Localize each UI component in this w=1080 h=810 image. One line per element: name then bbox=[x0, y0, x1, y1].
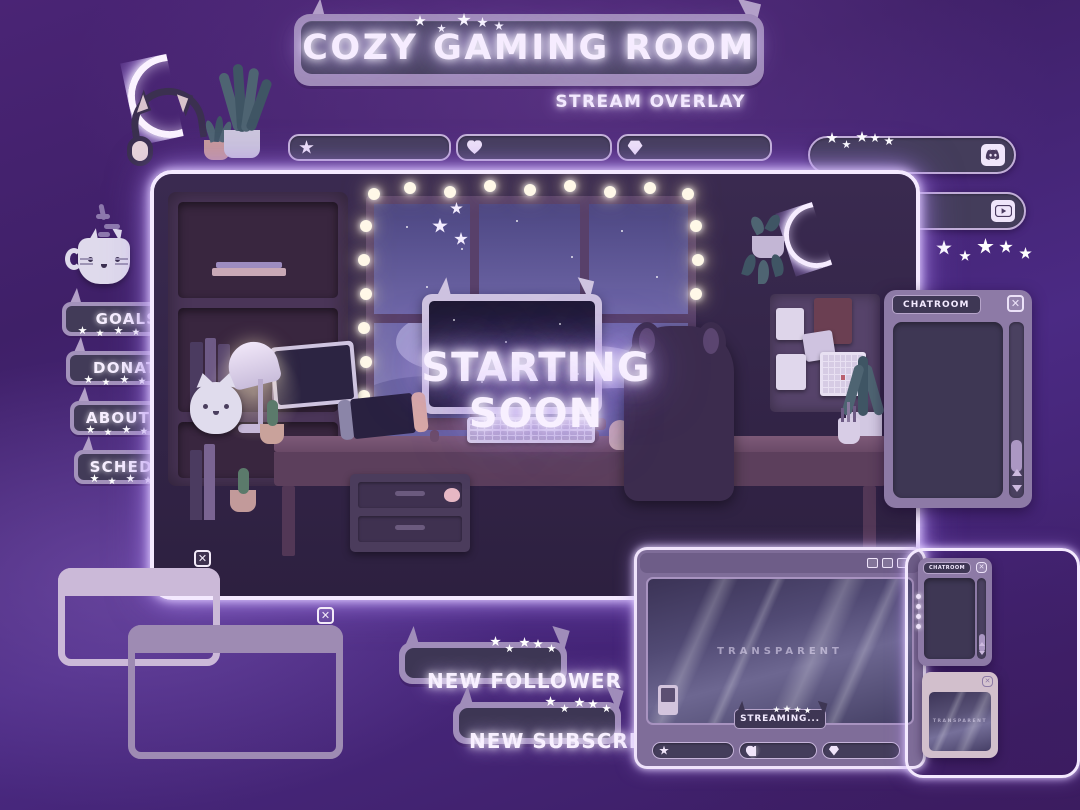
cam-statbar-segment-gem[interactable] bbox=[821, 742, 900, 759]
statbar-segment-star[interactable] bbox=[288, 134, 452, 161]
starting-soon-text: STARTING SOON bbox=[421, 345, 651, 437]
close-icon[interactable]: ✕ bbox=[194, 550, 211, 567]
close-icon[interactable]: ✕ bbox=[982, 676, 993, 687]
overlay-canvas: COZY GAMING ROOM STREAM OVERLAY GOALS DO… bbox=[0, 0, 1080, 810]
new-follower-alert: NEW FOLLOWER bbox=[396, 625, 621, 693]
sidebar-item-label: GOALS bbox=[95, 310, 159, 328]
cam-titlebar bbox=[640, 553, 920, 573]
cat-plush bbox=[190, 382, 242, 434]
mini-cam-preview[interactable]: TRANSPARENT bbox=[929, 692, 991, 751]
chatroom-scroll-thumb[interactable] bbox=[1011, 440, 1022, 472]
youtube-icon bbox=[991, 200, 1015, 222]
star-icon bbox=[299, 140, 314, 154]
discord-icon bbox=[981, 144, 1005, 166]
close-icon[interactable]: ✕ bbox=[1007, 295, 1024, 312]
star-icon bbox=[659, 745, 669, 755]
desk-leg bbox=[863, 486, 876, 556]
chatroom-scrollbar[interactable] bbox=[1009, 322, 1024, 498]
heart-icon bbox=[746, 746, 756, 756]
cam-watermark: TRANSPARENT bbox=[717, 645, 843, 657]
drawer-unit bbox=[350, 474, 470, 552]
streaming-cam-panel: TRANSPARENT STREAMING... bbox=[634, 547, 926, 769]
chevron-up-icon[interactable] bbox=[1011, 469, 1022, 476]
garland-star bbox=[842, 140, 851, 149]
page-subtitle: STREAM OVERLAY bbox=[555, 92, 746, 112]
garland-star bbox=[884, 136, 894, 146]
tag-star bbox=[804, 707, 811, 714]
close-icon[interactable]: ✕ bbox=[317, 607, 334, 624]
streaming-status-label: STREAMING... bbox=[740, 714, 820, 724]
status-dot bbox=[916, 604, 921, 609]
chevron-down-icon[interactable] bbox=[1011, 485, 1022, 492]
status-dot bbox=[916, 624, 921, 629]
gameboy-icon bbox=[658, 685, 678, 715]
cam-preview[interactable]: TRANSPARENT bbox=[646, 577, 914, 725]
chevron-up-icon[interactable] bbox=[978, 642, 985, 646]
garland-star bbox=[959, 250, 971, 261]
close-icon[interactable]: ✕ bbox=[976, 562, 987, 573]
statbar-segment-gem[interactable] bbox=[616, 134, 772, 161]
cam-statbar bbox=[652, 742, 900, 759]
discord-bar[interactable] bbox=[808, 131, 1016, 174]
mini-chatroom-tab[interactable]: CHATROOM bbox=[923, 562, 972, 574]
statbar-segment-heart[interactable] bbox=[456, 134, 612, 161]
chatroom-panel: CHATROOM ✕ bbox=[884, 290, 1032, 508]
maximize-icon[interactable] bbox=[882, 558, 893, 568]
lamp-pole bbox=[258, 379, 263, 427]
mini-cam-watermark: TRANSPARENT bbox=[932, 719, 988, 724]
new-subscriber-alert: NEW SUBSCRIBER bbox=[450, 685, 684, 753]
hanging-plant bbox=[738, 210, 798, 290]
title-banner: COZY GAMING ROOM STREAM OVERLAY bbox=[294, 0, 764, 112]
cam-statbar-segment-star[interactable] bbox=[652, 742, 734, 759]
cam-statbar-segment-heart[interactable] bbox=[738, 742, 817, 759]
garland-star bbox=[870, 133, 880, 143]
minimize-icon[interactable] bbox=[867, 558, 878, 568]
monitor-ear-right bbox=[572, 277, 595, 301]
streaming-status-tag: STREAMING... bbox=[732, 700, 828, 729]
garland-star bbox=[999, 240, 1013, 253]
mini-chatroom-scrollbar[interactable] bbox=[977, 578, 986, 659]
garland-star bbox=[856, 131, 868, 142]
garland-star bbox=[936, 240, 952, 255]
chatroom-tab[interactable]: CHATROOM bbox=[892, 295, 981, 314]
status-dot bbox=[916, 594, 921, 599]
desk-leg bbox=[282, 486, 295, 556]
mini-cam-panel: ✕ TRANSPARENT bbox=[922, 672, 998, 758]
mini-chatroom-messages[interactable] bbox=[924, 578, 975, 659]
status-dot bbox=[916, 614, 921, 619]
chatroom-messages[interactable] bbox=[893, 322, 1003, 498]
garland-star bbox=[1019, 247, 1032, 259]
ghost-window-front[interactable]: ✕ bbox=[128, 607, 343, 759]
chevron-down-icon[interactable] bbox=[978, 651, 985, 655]
heart-icon bbox=[467, 140, 482, 155]
top-statbar bbox=[288, 134, 772, 161]
garland-star bbox=[977, 238, 994, 254]
gem-icon bbox=[627, 140, 643, 155]
garland-star bbox=[826, 132, 838, 143]
tag-ear-right bbox=[814, 700, 828, 716]
gem-icon bbox=[828, 745, 839, 756]
mini-chatroom-panel: CHATROOM ✕ bbox=[916, 558, 992, 666]
page-title: COZY GAMING ROOM bbox=[302, 28, 756, 68]
